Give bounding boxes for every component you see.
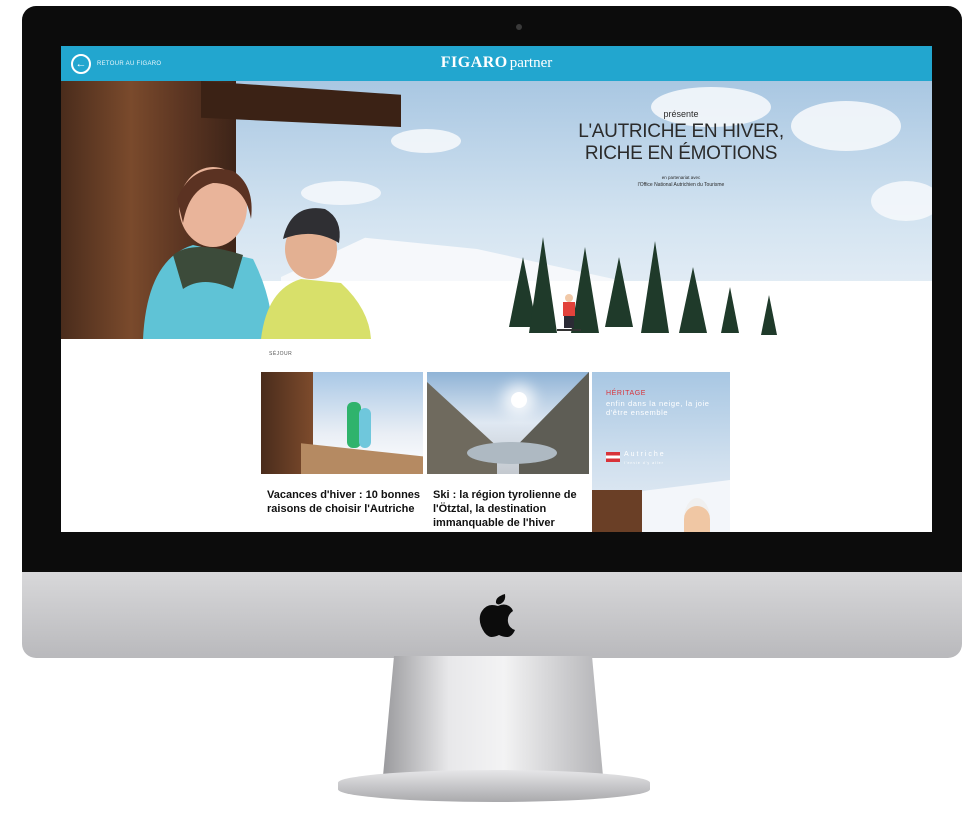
sun-glare xyxy=(511,392,527,408)
austria-flag-icon xyxy=(606,452,620,462)
camera-icon xyxy=(516,24,522,30)
apple-logo-icon xyxy=(479,594,515,637)
article-image[interactable] xyxy=(261,372,423,474)
ad-brand: Autriche xyxy=(624,451,666,458)
article-title[interactable]: Vacances d'hiver : 10 bonnes raisons de … xyxy=(267,488,421,516)
brand-bold: FIGARO xyxy=(440,54,508,71)
cloud xyxy=(391,129,461,153)
article-title[interactable]: Ski : la région tyrolienne de l'Ötztal, … xyxy=(433,488,587,530)
ad-kicker: HÉRITAGE xyxy=(606,390,647,397)
brand-light: partner xyxy=(509,55,553,71)
cabin-roof xyxy=(201,81,401,127)
advertisement[interactable]: HÉRITAGE enfin dans la neige, la joie d'… xyxy=(592,372,730,532)
headline-line-2: RICHE EN ÉMOTIONS xyxy=(584,143,778,164)
skier xyxy=(557,294,581,331)
pine-tree xyxy=(605,257,633,327)
partner-name: l'Office National Autrichien du Tourisme xyxy=(637,182,725,188)
hero-headline: L'AUTRICHE EN HIVER, RICHE EN ÉMOTIONS xyxy=(531,121,831,165)
pine-tree xyxy=(761,295,777,335)
pine-tree xyxy=(679,267,707,333)
ad-skier-face xyxy=(684,498,710,532)
hero-banner: présente L'AUTRICHE EN HIVER, RICHE EN É… xyxy=(61,81,932,339)
section-label: SÉJOUR xyxy=(269,351,293,357)
article-card[interactable]: Ski : la région tyrolienne de l'Ötztal, … xyxy=(427,372,589,532)
monitor-stand xyxy=(383,656,603,776)
site-logo[interactable]: FIGARO partner xyxy=(61,54,932,72)
headline-line-1: L'AUTRICHE EN HIVER, xyxy=(578,121,784,142)
partner-intro: en partenariat avec xyxy=(661,175,701,180)
imac-mockup: ← RETOUR AU FIGARO FIGARO partner présen… xyxy=(0,0,963,818)
cloud xyxy=(871,181,932,221)
pine-tree xyxy=(721,287,739,333)
person-figure xyxy=(359,408,371,448)
pine-tree xyxy=(641,241,669,333)
top-bar: ← RETOUR AU FIGARO FIGARO partner xyxy=(61,46,932,81)
ad-tagline: l'envie d'y aller xyxy=(624,461,664,465)
hero-text-block: présente L'AUTRICHE EN HIVER, RICHE EN É… xyxy=(531,109,831,188)
ad-chalet xyxy=(592,490,642,532)
browser-screen: ← RETOUR AU FIGARO FIGARO partner présen… xyxy=(61,46,932,532)
article-image[interactable] xyxy=(427,372,589,474)
monitor-foot xyxy=(338,770,650,802)
pine-tree xyxy=(529,237,557,333)
presents-label: présente xyxy=(663,109,699,119)
ad-body: enfin dans la neige, la joie d'être ense… xyxy=(606,399,710,417)
article-card[interactable]: Vacances d'hiver : 10 bonnes raisons de … xyxy=(261,372,423,532)
thermal-pool xyxy=(467,442,557,464)
man-in-beanie xyxy=(261,208,371,339)
